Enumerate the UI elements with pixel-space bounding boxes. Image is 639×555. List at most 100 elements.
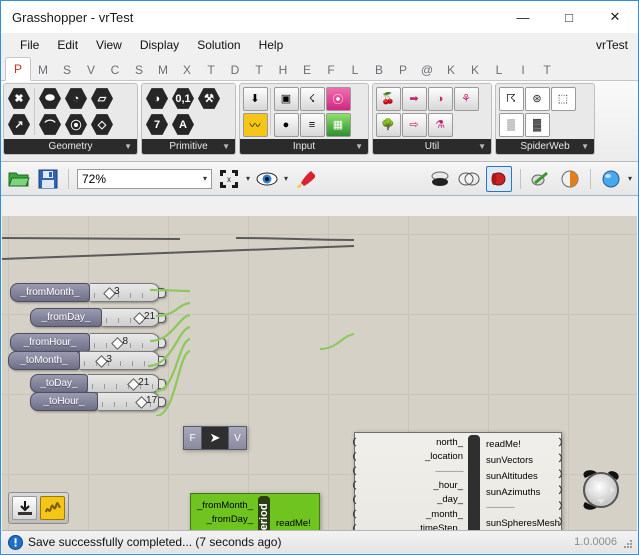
render-preview-icon[interactable]: [485, 165, 512, 192]
ribbon-tab-1[interactable]: M: [31, 59, 55, 80]
sun-path-output-sunVectors[interactable]: sunVectors: [486, 456, 533, 466]
ribbon-icon-geometry-1-1[interactable]: ⌒: [37, 112, 63, 137]
ribbon-tab-17[interactable]: @: [415, 59, 439, 80]
ribbon-icon-primitive-0-0[interactable]: ◑: [144, 86, 170, 111]
import-widget-icon[interactable]: [12, 496, 37, 520]
ribbon-icon-util-3-0[interactable]: ⚘: [453, 86, 479, 111]
ribbon-tab-13[interactable]: F: [319, 59, 343, 80]
ribbon-group-expand-icon[interactable]: ▼: [124, 142, 132, 151]
sun-path-input-hour[interactable]: _hour_: [433, 481, 463, 491]
sun-path-output-sunAltitudes[interactable]: sunAltitudes: [486, 472, 538, 482]
sphere-preview-icon[interactable]: [599, 167, 623, 191]
ribbon-tab-12[interactable]: E: [295, 59, 319, 80]
close-button[interactable]: ✕: [592, 1, 638, 33]
save-file-icon[interactable]: [36, 167, 60, 191]
ribbon-icon-spiderweb-0-1[interactable]: ▒: [498, 112, 524, 137]
sun-path-input-day[interactable]: _day_: [437, 495, 463, 505]
ribbon-icon-geometry-0-0[interactable]: ✖: [6, 86, 32, 111]
fit-view-dropdown-icon[interactable]: ▾: [246, 174, 250, 183]
menu-item-solution[interactable]: Solution: [188, 36, 249, 54]
ribbon-tab-11[interactable]: H: [271, 59, 295, 80]
shaded-preview-icon[interactable]: [428, 167, 452, 191]
wireframe-preview-icon[interactable]: [457, 167, 481, 191]
component-analysis-period[interactable]: _fromMonth__fromDay__fromHour__toMonth__…: [190, 493, 320, 530]
slider-track[interactable]: 3: [80, 351, 160, 370]
ribbon-tab-6[interactable]: M: [151, 59, 175, 80]
ribbon-icon-input-3-1[interactable]: ▦: [325, 112, 351, 137]
ribbon-icon-util-1-0[interactable]: ➡: [401, 86, 427, 111]
analysis-period-input-fromDay[interactable]: _fromDay_: [207, 515, 253, 525]
ribbon-tab-0[interactable]: P: [5, 57, 31, 81]
number-slider-fromHour[interactable]: _fromHour_ 8: [10, 333, 166, 352]
ribbon-icon-util-1-1[interactable]: ⇨: [401, 112, 427, 137]
slider-output-port[interactable]: [158, 288, 166, 298]
mesh-preview-icon[interactable]: [529, 167, 553, 191]
sketch-widget-icon[interactable]: [40, 496, 65, 520]
ribbon-icon-geometry-2-0[interactable]: ◔: [63, 86, 89, 111]
sun-path-output-sunAzimuths[interactable]: sunAzimuths: [486, 488, 540, 498]
menu-item-file[interactable]: File: [11, 36, 48, 54]
ribbon-icon-spiderweb-2-0[interactable]: ⬚: [550, 86, 576, 111]
ribbon-icon-spiderweb-1-1[interactable]: ▓: [524, 112, 550, 137]
slider-output-port[interactable]: [158, 356, 166, 366]
ribbon-icon-input-1-0[interactable]: ▣: [273, 86, 299, 111]
ribbon-tab-3[interactable]: V: [79, 59, 103, 80]
analysis-period-input-fromMonth[interactable]: _fromMonth_: [197, 501, 253, 511]
ribbon-icon-geometry-2-1[interactable]: ⦿: [63, 112, 89, 137]
menu-item-display[interactable]: Display: [131, 36, 188, 54]
ribbon-tab-19[interactable]: K: [463, 59, 487, 80]
slider-track[interactable]: 8: [90, 333, 160, 352]
relay-component[interactable]: F ➤ V: [183, 426, 247, 450]
ribbon-group-expand-icon[interactable]: ▼: [478, 142, 486, 151]
number-slider-fromMonth[interactable]: _fromMonth_ 3: [10, 283, 166, 302]
grasshopper-canvas[interactable]: F ➤ V _fromMonth_ 3 _fromDay_ 21 _fromHour_ 8…: [2, 216, 637, 530]
slider-track[interactable]: 17: [98, 392, 160, 411]
ribbon-icon-spiderweb-0-0[interactable]: ☈: [498, 86, 524, 111]
preview-dropdown-icon[interactable]: ▾: [284, 174, 288, 183]
number-slider-toMonth[interactable]: _toMonth_ 3: [8, 351, 166, 370]
ribbon-icon-input-0-0[interactable]: ⬇: [242, 86, 268, 111]
resize-grip-icon[interactable]: [622, 538, 634, 550]
component-sun-path[interactable]: north_ _location -------------- _hour_ _day_…: [354, 432, 562, 530]
ribbon-icon-util-0-1[interactable]: 🌳: [375, 112, 401, 137]
ribbon-tab-2[interactable]: S: [55, 59, 79, 80]
number-slider-toHour[interactable]: _toHour_ 17: [30, 392, 166, 411]
ribbon-tab-22[interactable]: T: [535, 59, 559, 80]
ribbon-icon-input-1-1[interactable]: ●: [273, 112, 299, 137]
slider-output-port[interactable]: [158, 379, 166, 389]
ribbon-tab-16[interactable]: P: [391, 59, 415, 80]
slider-output-port[interactable]: [158, 397, 166, 407]
ribbon-icon-geometry-3-1[interactable]: ◇: [89, 112, 115, 137]
slider-track[interactable]: 21: [102, 308, 160, 327]
slider-output-port[interactable]: [158, 338, 166, 348]
sun-path-output-sunSpheresMesh[interactable]: sunSpheresMesh: [486, 519, 560, 529]
ribbon-group-expand-icon[interactable]: ▼: [581, 142, 589, 151]
sun-path-input-month[interactable]: _month_: [426, 510, 463, 520]
ribbon-icon-primitive-1-0[interactable]: 0,1: [170, 86, 196, 111]
slider-output-port[interactable]: [158, 313, 166, 323]
preview-mode-dropdown-icon[interactable]: ▾: [628, 174, 632, 183]
sun-path-input-north[interactable]: north_: [436, 438, 463, 448]
ribbon-group-expand-icon[interactable]: ▼: [355, 142, 363, 151]
ribbon-tab-8[interactable]: T: [199, 59, 223, 80]
ribbon-icon-util-2-0[interactable]: ◑: [427, 86, 453, 111]
menu-item-edit[interactable]: Edit: [48, 36, 87, 54]
ribbon-icon-geometry-0-1[interactable]: ↗: [6, 112, 32, 137]
fit-view-icon[interactable]: x: [217, 167, 241, 191]
ribbon-icon-input-2-0[interactable]: ☇: [299, 86, 325, 111]
minimize-button[interactable]: —: [500, 1, 546, 33]
ribbon-icon-input-0-1[interactable]: 〰: [242, 112, 268, 137]
ribbon-tab-20[interactable]: L: [487, 59, 511, 80]
ribbon-tab-21[interactable]: I: [511, 59, 535, 80]
analysis-period-output-readMe[interactable]: readMe!: [276, 519, 311, 529]
ribbon-icon-util-2-1[interactable]: ⚗: [427, 112, 453, 137]
ribbon-icon-primitive-1-1[interactable]: A: [170, 112, 196, 137]
ribbon-group-expand-icon[interactable]: ▼: [222, 142, 230, 151]
gradient-preview-icon[interactable]: [558, 167, 582, 191]
menu-item-help[interactable]: Help: [250, 36, 293, 54]
ribbon-icon-input-2-1[interactable]: ≡: [299, 112, 325, 137]
ribbon-icon-input-3-0[interactable]: ⦿: [325, 86, 351, 111]
ribbon-tab-7[interactable]: X: [175, 59, 199, 80]
ribbon-icon-spiderweb-1-0[interactable]: ⊛: [524, 86, 550, 111]
ribbon-icon-geometry-3-0[interactable]: ▱: [89, 86, 115, 111]
